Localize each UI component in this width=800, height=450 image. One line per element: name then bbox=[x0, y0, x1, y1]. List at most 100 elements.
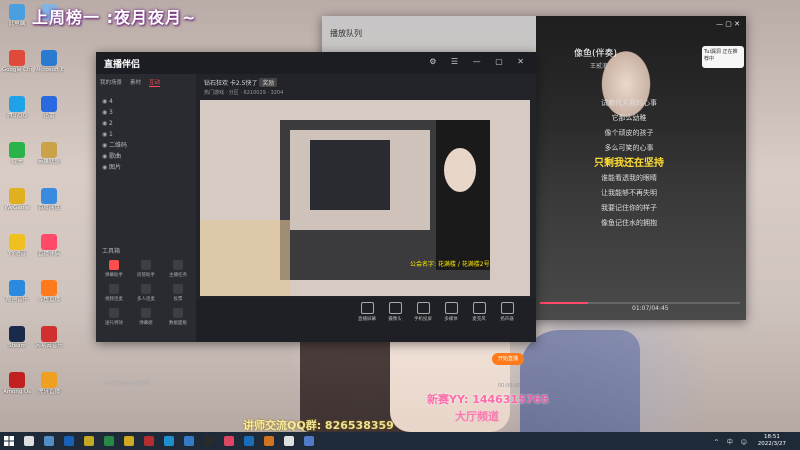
taskbar-app-icon[interactable] bbox=[104, 436, 114, 446]
desktop-icon-label: 英雄联盟 bbox=[37, 159, 60, 165]
app-icon bbox=[41, 326, 57, 342]
bottom-control-button[interactable]: 摄像头 bbox=[380, 302, 410, 322]
taskbar-app-icon[interactable] bbox=[184, 436, 194, 446]
lyric-line: 谁能看透我的眼睛 bbox=[601, 174, 657, 182]
taskbar-app-icon[interactable] bbox=[304, 436, 314, 446]
stream-title[interactable]: 钻石狂欢 卡2.5快了 bbox=[204, 80, 257, 87]
stream-meta: 热门游戏 · 分区 · 6210029 · 3204 bbox=[204, 90, 284, 96]
control-label: 摄像头 bbox=[388, 317, 402, 322]
tool-button[interactable]: 送礼特效 bbox=[98, 308, 130, 326]
eye-icon[interactable]: ◉ bbox=[102, 129, 109, 140]
windows-start-icon[interactable] bbox=[4, 436, 14, 446]
bottom-control-button[interactable]: 手机投屏 bbox=[408, 302, 438, 322]
tool-button[interactable]: 多人连麦 bbox=[130, 284, 162, 302]
eye-icon[interactable]: ◉ bbox=[102, 162, 109, 173]
taskbar-clock[interactable]: 18:51 2022/3/27 bbox=[758, 434, 786, 448]
tool-label: 弹幕姬 bbox=[139, 321, 153, 326]
taskbar-app-icon[interactable] bbox=[164, 436, 174, 446]
tool-button[interactable]: 房管助手 bbox=[130, 260, 162, 278]
desktop-icon[interactable]: 酷狗音乐 bbox=[2, 280, 32, 303]
scene-list: ◉ 4 ◉ 3 ◉ 2 ◉ 1 ◉ 二维码 ◉ 歌曲 ◉ 图片 bbox=[96, 96, 196, 173]
desktop-icon[interactable]: Microsoft Edge bbox=[34, 50, 64, 73]
tool-button[interactable]: 数据面板 bbox=[162, 308, 194, 326]
song-artist[interactable]: 王贰浪 bbox=[590, 61, 608, 70]
tool-button[interactable]: 视频连麦 bbox=[98, 284, 130, 302]
stream-companion-window[interactable]: 直播伴侣 ⚙ ☰ — ▢ ✕ 我的场景 素材 互动 ◉ 4 ◉ 3 ◉ 2 ◉ 1 ◉ 二维码 ◉ 歌曲 ◉… bbox=[96, 52, 536, 389]
desktop-icon-label: 迅雷 bbox=[43, 113, 55, 119]
desktop-icon[interactable]: Google Chrome bbox=[2, 50, 32, 73]
sidebar-tab[interactable]: 互动 bbox=[149, 78, 161, 87]
tool-button[interactable]: 投票 bbox=[162, 284, 194, 302]
window-controls[interactable]: ⚙ ☰ — ▢ ✕ bbox=[429, 57, 530, 66]
eye-icon[interactable]: ◉ bbox=[102, 118, 109, 129]
lyric-line-active: 只剩我还在坚持 bbox=[594, 158, 664, 169]
scene-label: 2 bbox=[109, 120, 113, 127]
app-icon bbox=[9, 280, 25, 296]
clock-date: 2022/3/27 bbox=[757, 441, 786, 447]
sidebar-tab[interactable]: 素材 bbox=[130, 78, 141, 86]
app-icon bbox=[41, 50, 57, 66]
desktop-icon[interactable]: 虎牙直播 bbox=[34, 372, 64, 395]
taskbar-app-icon[interactable] bbox=[84, 436, 94, 446]
desktop-icon[interactable]: 迅雷 bbox=[34, 96, 64, 119]
desktop-icon[interactable]: Among Us bbox=[2, 372, 32, 395]
scene-row[interactable]: ◉ 二维码 bbox=[96, 140, 196, 151]
desktop-icon[interactable]: 此电脑 bbox=[2, 4, 32, 27]
desktop-icon[interactable]: 直播伴侣 bbox=[34, 234, 64, 257]
taskbar-app-icon[interactable] bbox=[44, 436, 54, 446]
eye-icon[interactable]: ◉ bbox=[102, 151, 109, 162]
sidebar-tab[interactable]: 我的场景 bbox=[100, 78, 122, 86]
tool-button[interactable]: 弹幕姬 bbox=[130, 308, 162, 326]
taskbar-app-icon[interactable] bbox=[24, 436, 34, 446]
taskbar-app-icon[interactable] bbox=[144, 436, 154, 446]
eye-icon[interactable]: ◉ bbox=[102, 107, 109, 118]
scene-row[interactable]: ◉ 图片 bbox=[96, 162, 196, 173]
bottom-control-button[interactable]: 直播屏幕 bbox=[352, 302, 382, 322]
scene-row[interactable]: ◉ 2 bbox=[96, 118, 196, 129]
music-window-controls[interactable]: — ▢ ✕ bbox=[716, 20, 740, 28]
desktop-icon[interactable]: 百度网盘 bbox=[34, 188, 64, 211]
eye-icon[interactable]: ◉ bbox=[102, 140, 109, 151]
tool-label: 投票 bbox=[173, 297, 183, 302]
taskbar-app-icon[interactable] bbox=[244, 436, 254, 446]
desktop-icon[interactable]: 网易云音乐 bbox=[34, 326, 64, 349]
scene-row[interactable]: ◉ 歌曲 bbox=[96, 151, 196, 162]
app-icon bbox=[9, 50, 25, 66]
stream-preview[interactable]: 公会名字: 花满楼 / 花满楼2号 bbox=[200, 100, 530, 296]
music-progress-bar[interactable] bbox=[540, 302, 740, 304]
taskbar-app-icon[interactable] bbox=[264, 436, 274, 446]
start-live-button[interactable]: 开始直播 bbox=[492, 353, 524, 365]
scene-row[interactable]: ◉ 4 bbox=[96, 96, 196, 107]
control-icon bbox=[388, 302, 402, 314]
tool-icon bbox=[109, 260, 119, 270]
desktop-icon[interactable]: 腾讯QQ bbox=[2, 96, 32, 119]
taskbar-app-icon[interactable] bbox=[204, 436, 214, 446]
eye-icon[interactable]: ◉ bbox=[102, 96, 109, 107]
desktop-icon[interactable]: WeGame bbox=[2, 188, 32, 211]
bottom-control-button[interactable]: 扬声器 bbox=[492, 302, 522, 322]
desktop-icon[interactable]: 斗鱼直播 bbox=[34, 280, 64, 303]
system-tray[interactable]: ^ 中 ☺ bbox=[714, 437, 750, 446]
scene-row[interactable]: ◉ 3 bbox=[96, 107, 196, 118]
desktop-icon[interactable]: YY语音 bbox=[2, 234, 32, 257]
stream-titlebar[interactable]: 直播伴侣 ⚙ ☰ — ▢ ✕ bbox=[96, 52, 536, 74]
tool-icon bbox=[141, 284, 151, 294]
sidebar-tabs[interactable]: 我的场景 素材 互动 bbox=[100, 78, 194, 92]
bottom-control-button[interactable]: 多媒体 bbox=[436, 302, 466, 322]
recommend-card[interactable]: Tui漏洞 正在推荐中 bbox=[702, 46, 744, 68]
taskbar-app-icon[interactable] bbox=[224, 436, 234, 446]
tool-button[interactable]: 弹幕助手 bbox=[98, 260, 130, 278]
desktop-icon[interactable]: 英雄联盟 bbox=[34, 142, 64, 165]
bottom-note[interactable]: 当前直播间外部数据 bbox=[104, 380, 149, 387]
preview-nested-screen: 公会名字: 花满楼 / 花满楼2号 bbox=[200, 100, 530, 296]
bottom-control-button[interactable]: 麦克风 bbox=[464, 302, 494, 322]
taskbar-app-icon[interactable] bbox=[284, 436, 294, 446]
tool-button[interactable]: 主播任务 bbox=[162, 260, 194, 278]
scene-row[interactable]: ◉ 1 bbox=[96, 129, 196, 140]
app-icon bbox=[9, 142, 25, 158]
taskbar-app-icon[interactable] bbox=[124, 436, 134, 446]
taskbar-app-icon[interactable] bbox=[64, 436, 74, 446]
desktop-icon[interactable]: Steam bbox=[2, 326, 32, 349]
desktop-icon[interactable]: 微信 bbox=[2, 142, 32, 165]
desktop-icon-label: Google Chrome bbox=[2, 67, 32, 73]
